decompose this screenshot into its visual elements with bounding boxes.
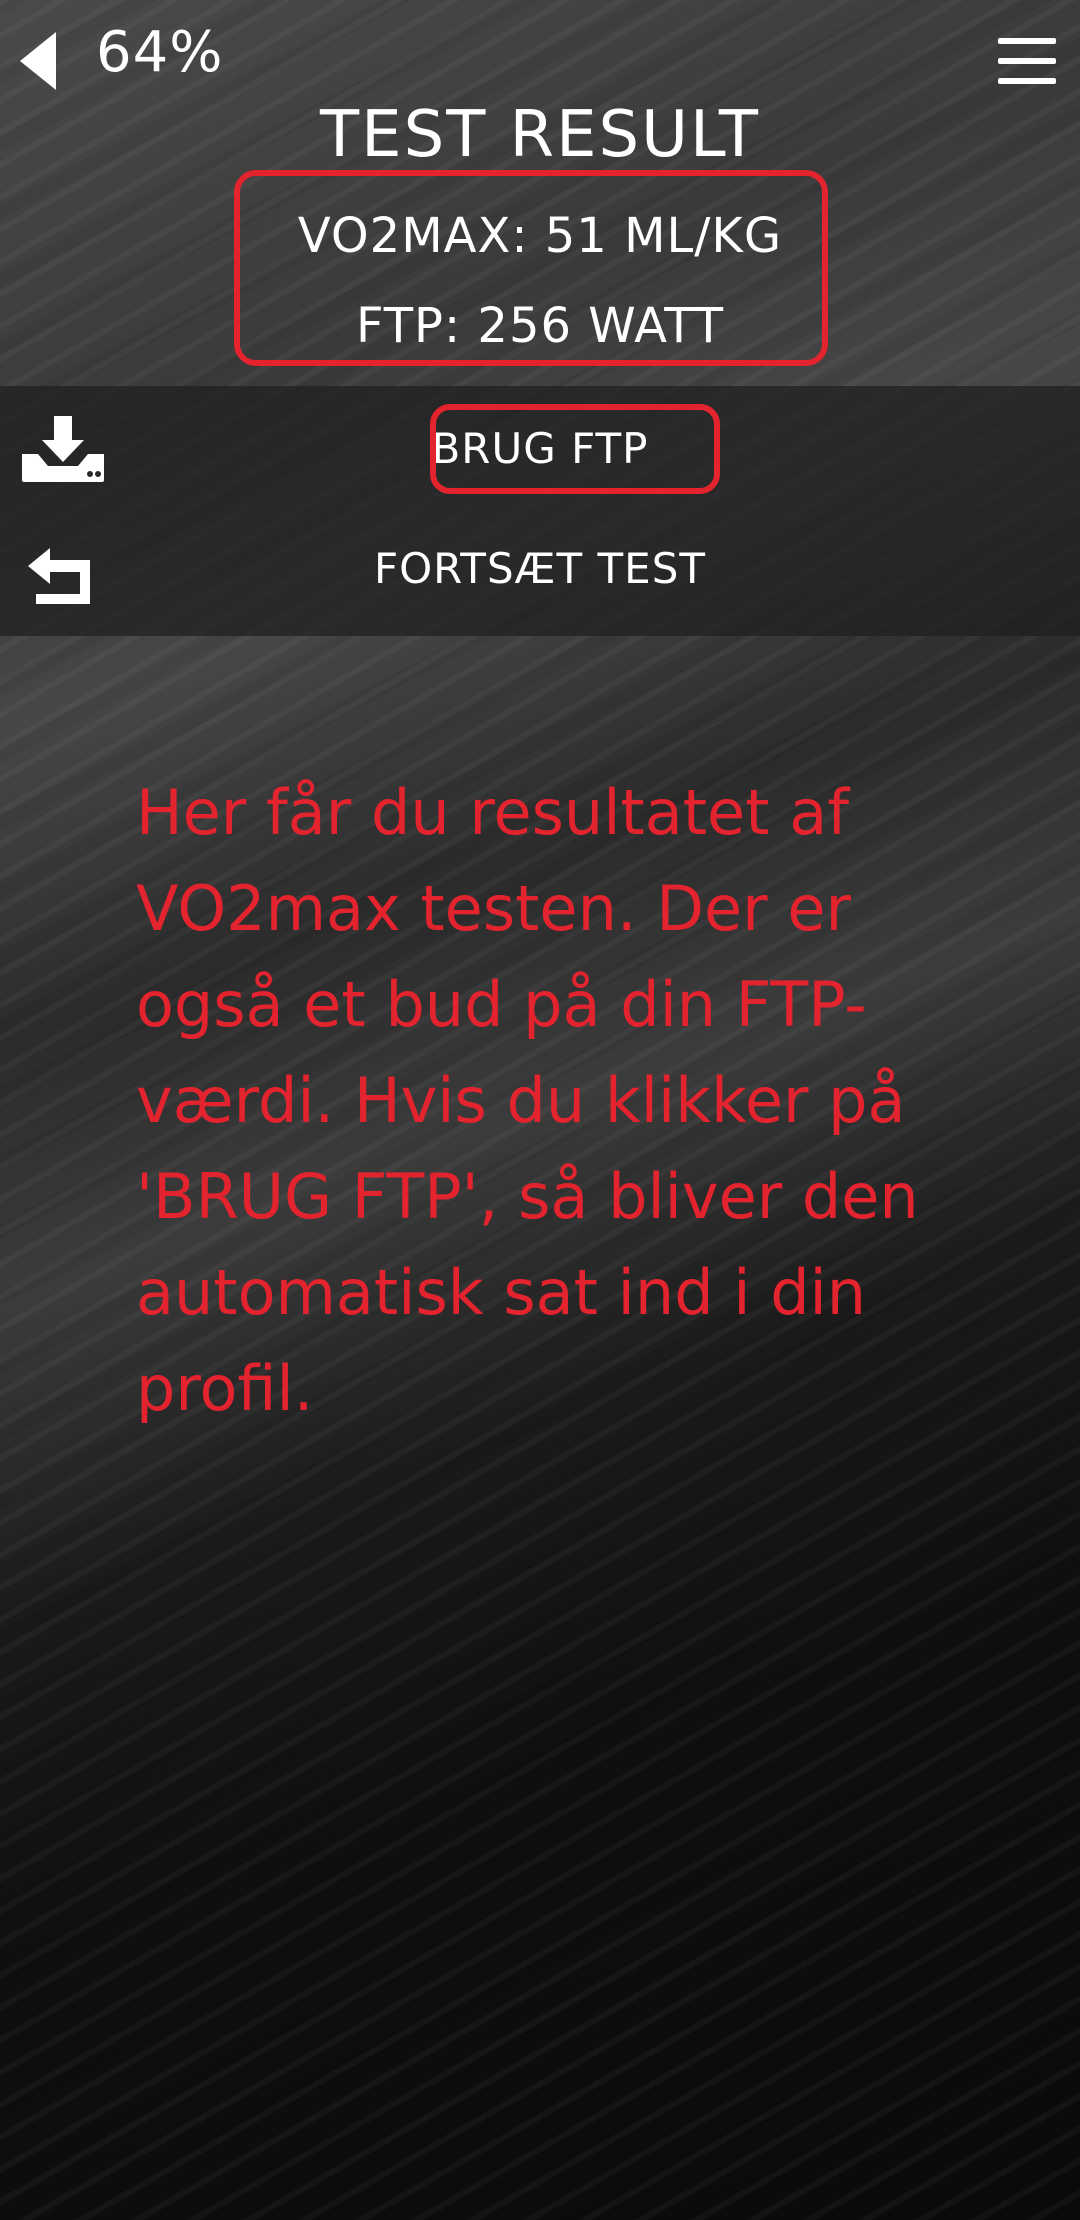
use-ftp-label: BRUG FTP <box>431 424 649 473</box>
continue-test-button[interactable]: FORTSÆT TEST <box>0 514 1080 624</box>
page-title: TEST RESULT <box>320 98 760 172</box>
continue-test-label: FORTSÆT TEST <box>373 544 707 593</box>
vo2max-result: VO2MAX: 51 ML/KG <box>297 208 783 264</box>
info-text: Her får du resultatet af VO2max testen. … <box>136 776 919 1425</box>
battery-percentage: 64% <box>96 20 224 85</box>
hamburger-menu-icon[interactable] <box>998 38 1056 84</box>
back-arrow-icon[interactable] <box>18 30 58 92</box>
use-ftp-button[interactable]: BRUG FTP <box>0 394 1080 504</box>
ftp-result: FTP: 256 WATT <box>355 298 725 354</box>
